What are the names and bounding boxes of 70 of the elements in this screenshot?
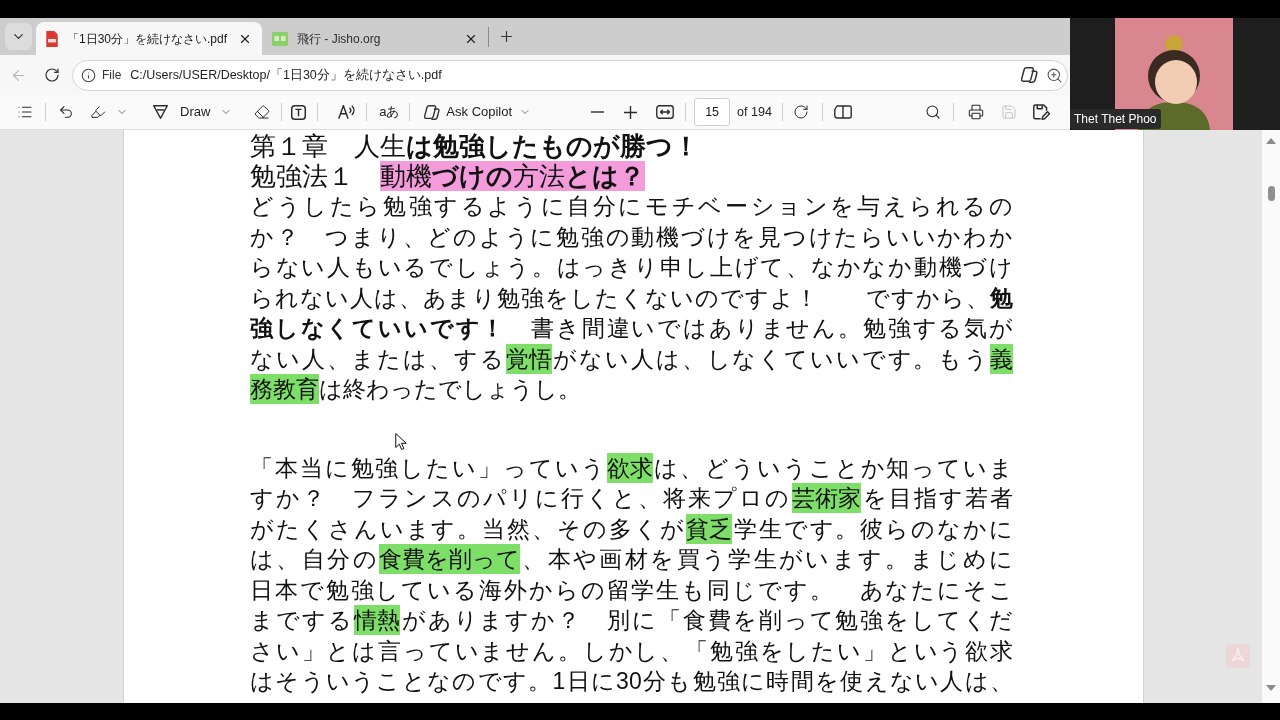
body-text: 学生です。彼らのなかに	[731, 515, 1013, 542]
scrollbar-thumb[interactable]	[1267, 186, 1275, 201]
minus-icon	[590, 111, 604, 113]
copilot-icon	[1021, 67, 1038, 83]
mouse-pointer-icon	[395, 433, 407, 450]
page-count-label: of 194	[737, 103, 772, 121]
body-text: を目指す若者	[860, 485, 1013, 511]
translate-button[interactable]: aあ	[373, 97, 406, 127]
body-text: 「本当に勉強したい」っていう	[250, 454, 607, 481]
participant-name: Thet Thet Phoo	[1070, 109, 1161, 129]
body-text: さい」とは言っていません。しかし、「勉強をしたい」という欲求	[250, 637, 1013, 664]
save-edit-icon	[1033, 104, 1051, 120]
save-icon	[1000, 104, 1017, 120]
highlighted-text: 食費を削って	[378, 544, 520, 574]
copilot-icon	[424, 104, 441, 120]
fit-width-icon	[656, 105, 675, 119]
pdf-file-icon	[46, 30, 58, 47]
body-text: がありますか？ 別に「食費を削って勉強をしてくだ	[399, 607, 1013, 633]
plus-icon	[623, 105, 637, 119]
highlighted-text: 義	[990, 343, 1013, 374]
page-number-field[interactable]: 15	[694, 98, 731, 126]
highlighted-text: 貧乏	[685, 513, 732, 544]
draw-button[interactable]: Draw	[146, 97, 240, 127]
site-icon	[272, 31, 288, 46]
search-icon	[924, 104, 941, 120]
scrollbar[interactable]	[1262, 130, 1280, 703]
scroll-down-icon[interactable]	[1266, 685, 1276, 691]
rotate-icon	[792, 104, 809, 120]
read-aloud-icon	[337, 105, 355, 119]
body-text: 、本や画材を買う学生がいます。まじめに	[519, 546, 1013, 572]
body-text: までする	[250, 607, 354, 633]
printer-icon	[967, 104, 984, 120]
browser-tab[interactable]: 「1日30分」を続けなさい.pdf	[36, 22, 262, 55]
heading-text: 勉強法１	[250, 161, 355, 191]
scheme-label: File	[102, 67, 122, 84]
body-text: がたくさんいます。当然、その多くが	[250, 515, 686, 542]
pen-tip-icon	[153, 105, 168, 119]
body-text: がない人は、しなくていいです。もう	[551, 345, 990, 372]
highlighted-text: 欲求	[606, 452, 653, 483]
body-text: は、どういうことか知っていま	[652, 454, 1013, 481]
body-text: られない人は、あまり勉強をしたくないのですよ！ ですから、勉	[250, 284, 1013, 311]
body-text: 強しなくていいです！ 書き間違いではありません。勉強する気が	[250, 315, 1013, 341]
highlighted-text: 務教育	[250, 374, 319, 404]
undo-icon	[58, 104, 74, 120]
two-page-icon	[833, 105, 852, 119]
list-icon	[17, 104, 33, 120]
info-icon	[81, 67, 96, 83]
highlighted-text: 芸術家	[791, 483, 861, 513]
zoom-in-icon	[1046, 66, 1063, 84]
eraser-icon	[254, 104, 271, 120]
body-text: はそういうことなのです。1日に30分も勉強に時間を使えない人は、	[250, 668, 1013, 694]
body-text: すか？ フランスのパリに行くと、将来プロの	[250, 485, 792, 511]
body-text: は終わったでしょうし。	[319, 376, 581, 402]
text-box-icon	[290, 104, 306, 120]
highlighted-text: 覚悟	[505, 343, 552, 374]
browser-tab[interactable]: 飛行 - Jisho.org	[262, 22, 488, 55]
highlighted-text: 動機づけの方法とは？	[380, 161, 645, 191]
body-text: は、自分の	[250, 546, 379, 572]
body-text: どうしたら勉強するように自分にモチベーションを与えられるの	[250, 193, 1013, 219]
scroll-up-icon[interactable]	[1266, 138, 1276, 144]
url-text: C:/Users/USER/Desktop/「1日30分」を続けなさい.pdf	[130, 66, 442, 84]
address-field[interactable]: File C:/Users/USER/Desktop/「1日30分」を続けなさい.pdf	[72, 59, 1068, 91]
body-text: か？ つまり、どのように勉強の動機づけを見つけたらいいかわか	[250, 223, 1013, 250]
body-text: らない人もいるでしょう。はっきり申し上げて、なかなか動機づけ	[250, 254, 1013, 280]
body-text: 日本で勉強している海外からの留学生も同じです。 あなたにそこ	[250, 576, 1013, 603]
reload-icon	[44, 67, 60, 83]
heading-text: 第１章 人生は勉強したものが勝つ！	[250, 131, 699, 161]
body-text: ない人、または、する	[250, 345, 506, 372]
copilot-button[interactable]: Ask Copilot	[417, 97, 539, 127]
highlighter-icon	[90, 104, 106, 120]
